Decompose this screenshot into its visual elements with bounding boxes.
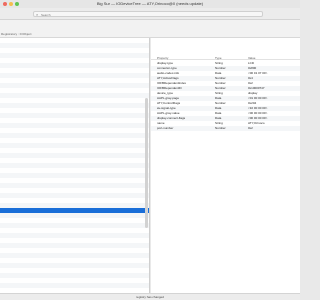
tree-row[interactable] (0, 263, 149, 268)
tree-row[interactable] (0, 83, 149, 88)
tree-row[interactable] (0, 88, 149, 93)
tree-scrollbar[interactable] (145, 98, 148, 228)
tree-row[interactable] (0, 63, 149, 68)
tree-row[interactable] (0, 268, 149, 273)
value-column-header[interactable]: Value (248, 56, 255, 60)
tree-row[interactable] (0, 278, 149, 283)
toolbar: ⌕ (0, 8, 300, 20)
tree-row[interactable] (0, 148, 149, 153)
tree-row[interactable] (0, 113, 149, 118)
tree-row[interactable] (0, 173, 149, 178)
tree-row[interactable] (0, 218, 149, 223)
tree-row[interactable] (0, 248, 149, 253)
properties-table[interactable]: Property Type Value display-type String LC… (151, 38, 300, 293)
tree-row-selected[interactable] (0, 208, 149, 213)
tree-row[interactable] (0, 53, 149, 58)
tree-row[interactable] (0, 73, 149, 78)
tree-row[interactable] (0, 243, 149, 248)
registry-tree[interactable] (0, 38, 150, 293)
tree-row[interactable] (0, 43, 149, 48)
tree-row[interactable] (0, 233, 149, 238)
tree-row[interactable] (0, 58, 149, 63)
property-key: port-number (157, 126, 174, 130)
tree-row[interactable] (0, 163, 149, 168)
tree-row[interactable] (0, 48, 149, 53)
tree-row[interactable] (0, 203, 149, 208)
tree-row[interactable] (0, 158, 149, 163)
tree-row[interactable] (0, 138, 149, 143)
tree-row[interactable] (0, 178, 149, 183)
tree-row[interactable] (0, 198, 149, 203)
title-bar: Big Sur — IODeviceTree — ATY,Orinoco@0 (… (0, 0, 300, 8)
tree-row[interactable] (0, 78, 149, 83)
tree-row[interactable] (0, 168, 149, 173)
breadcrumb: Registratory : IOObject (1, 32, 32, 36)
tree-row[interactable] (0, 133, 149, 138)
tree-row[interactable] (0, 193, 149, 198)
search-icon: ⌕ (36, 12, 39, 17)
tree-row[interactable] (0, 153, 149, 158)
tree-row[interactable] (0, 188, 149, 193)
tree-row[interactable] (0, 103, 149, 108)
tree-row[interactable] (0, 253, 149, 258)
property-column-header[interactable]: Property (157, 56, 168, 60)
tree-row[interactable] (0, 228, 149, 233)
tree-row[interactable] (0, 98, 149, 103)
search-field[interactable]: ⌕ (33, 11, 263, 17)
tree-row[interactable] (0, 283, 149, 288)
type-column-header[interactable]: Type (215, 56, 222, 60)
tree-row[interactable] (0, 183, 149, 188)
tree-row[interactable] (0, 258, 149, 263)
window-title: Big Sur — IODeviceTree — ATY,Orinoco@0 (… (96, 1, 204, 6)
tree-row[interactable] (0, 238, 149, 243)
tree-row[interactable] (0, 123, 149, 128)
tree-row[interactable] (0, 143, 149, 148)
property-type: Number (215, 126, 226, 130)
search-input[interactable] (41, 12, 256, 17)
status-bar: registry has changed (0, 293, 300, 300)
tree-row[interactable] (0, 273, 149, 278)
tree-row[interactable] (0, 223, 149, 228)
tree-row[interactable] (0, 108, 149, 113)
status-message: registry has changed (136, 295, 164, 299)
tree-row[interactable] (0, 128, 149, 133)
filter-bar: Registratory : IOObject (0, 20, 300, 38)
properties-header: Property Type Value (151, 55, 300, 60)
tree-row[interactable] (0, 213, 149, 218)
tree-row[interactable] (0, 118, 149, 123)
property-row[interactable]: port-number Number 0x2 (151, 126, 300, 131)
tree-row[interactable] (0, 68, 149, 73)
property-value: 0x2 (248, 126, 253, 130)
tree-row[interactable] (0, 93, 149, 98)
tree-row[interactable] (0, 38, 149, 43)
